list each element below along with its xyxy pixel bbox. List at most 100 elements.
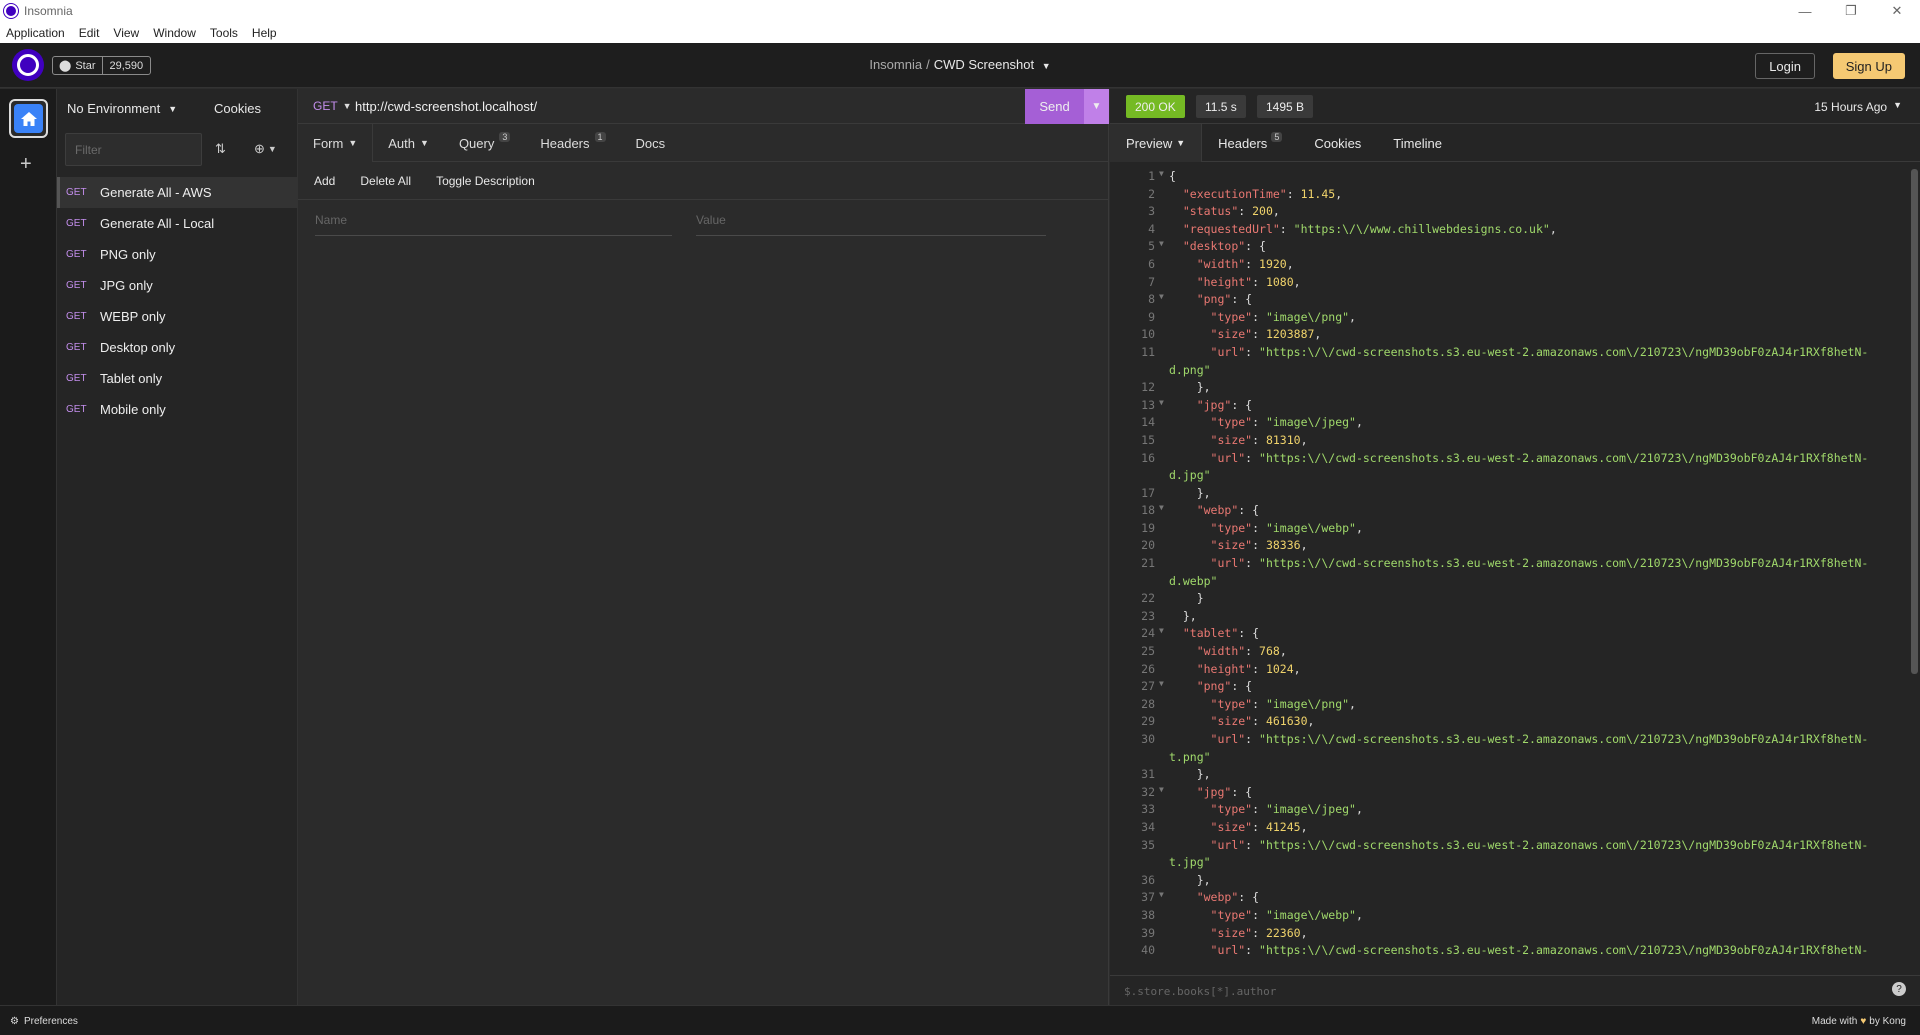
request-item[interactable]: GET PNG only	[57, 239, 297, 270]
delete-all-button[interactable]: Delete All	[360, 174, 411, 188]
tab-preview[interactable]: Preview ▼	[1110, 124, 1203, 162]
line-number: 2	[1148, 186, 1155, 201]
response-body-viewer[interactable]: 1 ▼{2 "executionTime": 11.45, 3 "status": …	[1110, 169, 1908, 975]
code-line: 15 "size": 81310,	[1110, 433, 1908, 451]
vertical-scrollbar[interactable]	[1911, 169, 1918, 674]
code-line: 6 "width": 1920,	[1110, 257, 1908, 275]
made-with-kong[interactable]: Made with ♥ by Kong	[1812, 1016, 1906, 1027]
code-text: "status": 200,	[1182, 204, 1280, 219]
tab-query[interactable]: Query 3	[444, 124, 525, 162]
code-text: "width": 768,	[1196, 644, 1287, 659]
breadcrumb-root[interactable]: Insomnia	[869, 57, 922, 72]
request-item[interactable]: GET JPG only	[57, 270, 297, 301]
code-line: 32 ▼ "jpg": {	[1110, 785, 1908, 803]
name-field[interactable]: Name	[315, 213, 672, 236]
menu-tools[interactable]: Tools	[210, 26, 238, 40]
tab-timeline[interactable]: Timeline	[1377, 124, 1458, 162]
window-controls: — ❐ ✕	[1782, 0, 1920, 22]
tab-headers[interactable]: Headers 1	[525, 124, 620, 162]
toggle-description-button[interactable]: Toggle Description	[436, 174, 535, 188]
url-input[interactable]: http://cwd-screenshot.localhost/	[355, 99, 537, 114]
request-item[interactable]: GET Generate All - Local	[57, 208, 297, 239]
method-dropdown[interactable]: GET ▼	[313, 99, 352, 113]
breadcrumb-current[interactable]: CWD Screenshot	[934, 57, 1034, 72]
menu-view[interactable]: View	[113, 26, 139, 40]
code-line: 20 "size": 38336,	[1110, 538, 1908, 556]
cookies-button[interactable]: Cookies	[214, 101, 261, 116]
history-dropdown[interactable]: 15 Hours Ago ▼	[1814, 100, 1902, 114]
signup-button[interactable]: Sign Up	[1832, 53, 1905, 79]
caret-down-icon: ▼	[420, 138, 429, 148]
send-button[interactable]: Send	[1025, 89, 1084, 124]
send-options-button[interactable]: ▼	[1084, 89, 1109, 124]
fold-caret-icon[interactable]: ▼	[1159, 679, 1169, 697]
request-item[interactable]: GET Mobile only	[57, 394, 297, 425]
tab-form[interactable]: Form ▼	[298, 124, 374, 162]
menu-edit[interactable]: Edit	[79, 26, 100, 40]
code-text: },	[1169, 485, 1211, 500]
code-line: 36 },	[1110, 873, 1908, 891]
sort-icon[interactable]: ⇅	[215, 141, 226, 157]
count-badge: 1	[594, 132, 606, 142]
home-button[interactable]	[9, 99, 48, 138]
preferences-label: Preferences	[23, 1016, 78, 1027]
line-number: 27	[1141, 679, 1155, 694]
chevron-down-icon[interactable]: ▼	[1042, 61, 1051, 71]
plus-icon[interactable]: +	[20, 153, 32, 176]
request-item[interactable]: GET Generate All - AWS	[57, 177, 297, 208]
tab-response-cookies[interactable]: Cookies	[1298, 124, 1377, 162]
request-name: Tablet only	[100, 371, 163, 386]
add-request-button[interactable]: ⊕ ▼	[254, 141, 277, 157]
value-field[interactable]: Value	[696, 213, 1046, 236]
fold-caret-icon[interactable]: ▼	[1159, 239, 1169, 257]
fold-caret-icon[interactable]: ▼	[1159, 398, 1169, 416]
fold-caret-icon[interactable]: ▼	[1159, 890, 1169, 908]
code-line: d.webp"	[1110, 574, 1908, 592]
code-text: "jpg": {	[1196, 397, 1253, 412]
fold-caret-icon[interactable]: ▼	[1159, 292, 1169, 310]
menu-window[interactable]: Window	[153, 26, 196, 40]
tab-response-headers[interactable]: Headers 5	[1202, 124, 1298, 162]
fold-caret-icon[interactable]: ▼	[1159, 785, 1169, 803]
gear-icon: ⚙	[10, 1016, 19, 1027]
code-line: 25 "width": 768,	[1110, 644, 1908, 662]
code-text: "url": "https:\/\/cwd-screenshots.s3.eu-…	[1210, 732, 1869, 746]
close-button[interactable]: ✕	[1874, 0, 1920, 22]
code-line: 28 "type": "image\/png",	[1110, 697, 1908, 715]
fold-caret-icon[interactable]: ▼	[1159, 503, 1169, 521]
request-item[interactable]: GET Desktop only	[57, 332, 297, 363]
code-text: "url": "https:\/\/cwd-screenshots.s3.eu-…	[1210, 943, 1869, 958]
code-line: 30 "url": "https:\/\/cwd-screenshots.s3.…	[1110, 732, 1908, 750]
add-button[interactable]: Add	[314, 174, 335, 188]
menu-help[interactable]: Help	[252, 26, 277, 40]
response-filter-input[interactable]: $.store.books[*].author	[1110, 975, 1920, 1005]
request-item[interactable]: GET Tablet only	[57, 363, 297, 394]
left-rail: +	[0, 89, 57, 1005]
environment-selector[interactable]: No Environment ▼	[67, 101, 177, 116]
fold-caret-icon[interactable]: ▼	[1159, 169, 1169, 187]
method-label: GET	[66, 404, 87, 415]
login-button[interactable]: Login	[1755, 53, 1815, 79]
filter-input[interactable]: Filter	[65, 133, 202, 166]
code-text: "url": "https:\/\/cwd-screenshots.s3.eu-…	[1210, 837, 1869, 852]
app-header: ⬤ Star 29,590 Insomnia / CWD Screenshot ▼ L…	[0, 43, 1920, 88]
tab-docs[interactable]: Docs	[621, 124, 681, 162]
help-icon[interactable]: ?	[1892, 982, 1906, 996]
line-number: 11	[1141, 344, 1155, 359]
preferences-button[interactable]: ⚙ Preferences	[10, 1016, 78, 1027]
tab-auth[interactable]: Auth ▼	[373, 124, 444, 162]
restore-button[interactable]: ❐	[1828, 0, 1874, 22]
caret-down-icon: ▼	[168, 103, 178, 114]
minimize-button[interactable]: —	[1782, 0, 1828, 22]
menu-application[interactable]: Application	[6, 26, 65, 40]
line-number: 22	[1141, 591, 1155, 606]
fold-caret-icon[interactable]: ▼	[1159, 626, 1169, 644]
line-number	[1110, 855, 1159, 873]
count-badge: 5	[1271, 132, 1283, 142]
request-item[interactable]: GET WEBP only	[57, 301, 297, 332]
